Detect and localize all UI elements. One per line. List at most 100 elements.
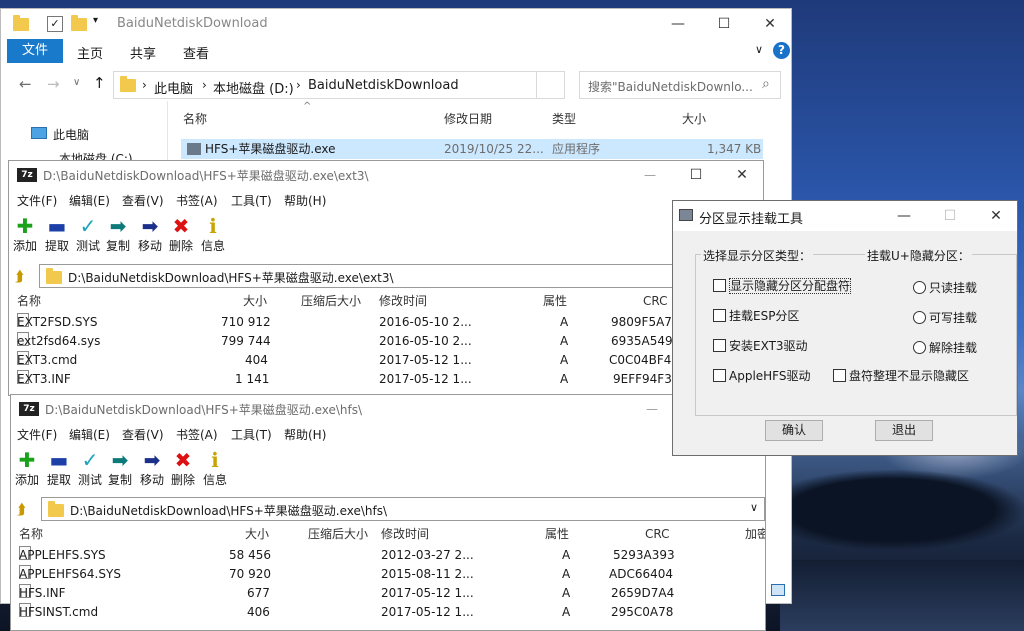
minimize-button[interactable]: —: [627, 161, 673, 189]
checkbox-box[interactable]: [713, 309, 726, 322]
breadcrumb-folder[interactable]: BaiduNetdiskDownload: [308, 78, 459, 93]
col-size[interactable]: 大小: [245, 524, 269, 544]
menu-tools[interactable]: 工具(T): [231, 192, 272, 209]
menu-tools[interactable]: 工具(T): [231, 426, 272, 443]
col-name[interactable]: 名称: [17, 291, 41, 311]
minimize-button[interactable]: —: [655, 9, 701, 39]
info-button[interactable]: ℹ 信息: [197, 215, 229, 254]
table-row[interactable]: HFSINST.cmd 406 2017-05-12 1... A 295C0A78: [11, 603, 765, 622]
radio-writable[interactable]: 可写挂载: [913, 309, 977, 326]
table-row[interactable]: APPLEHFS64.SYS 70 920 2015-08-11 2... A ADC6…: [11, 565, 765, 584]
col-attr[interactable]: 属性: [545, 524, 569, 544]
maximize-button[interactable]: ☐: [701, 9, 747, 39]
tab-home[interactable]: 主页: [77, 43, 103, 62]
menu-file[interactable]: 文件(F): [17, 192, 57, 209]
menu-view[interactable]: 查看(V): [122, 192, 164, 209]
delete-button[interactable]: ✖ 删除: [165, 215, 197, 254]
col-crc[interactable]: CRC: [643, 291, 668, 311]
menu-bookmarks[interactable]: 书签(A): [176, 426, 218, 443]
breadcrumb-pc[interactable]: 此电脑: [154, 78, 193, 97]
checkbox-show-hidden[interactable]: 显示隐藏分区分配盘符: [713, 277, 852, 294]
table-row[interactable]: EXT3.cmd 404 2017-05-12 1... A C0C04BF4: [9, 351, 763, 370]
forward-icon[interactable]: →: [47, 75, 60, 93]
menu-help[interactable]: 帮助(H): [284, 426, 326, 443]
radio-circle[interactable]: [913, 311, 926, 324]
checkbox-mount-esp[interactable]: 挂载ESP分区: [713, 307, 799, 324]
details-view-icon[interactable]: [771, 584, 785, 596]
breadcrumb-drive[interactable]: 本地磁盘 (D:): [213, 78, 294, 97]
checkbox-box[interactable]: [713, 339, 726, 352]
close-button[interactable]: ✕: [973, 201, 1017, 231]
table-row[interactable]: APPLEHFS.SYS 58 456 2012-03-27 2... A 5293A3…: [11, 546, 765, 565]
table-row[interactable]: EXT3.INF 1 141 2017-05-12 1... A 9EFF94F3: [9, 370, 763, 389]
col-name[interactable]: 名称: [183, 109, 207, 129]
menu-help[interactable]: 帮助(H): [284, 192, 326, 209]
exit-button[interactable]: 退出: [875, 420, 933, 441]
nav-item-pc[interactable]: 此电脑: [53, 126, 89, 143]
up-folder-icon[interactable]: ⮭: [15, 267, 24, 285]
copy-button[interactable]: ➡ 复制: [104, 449, 136, 488]
search-input[interactable]: 搜索"BaiduNetdiskDownlo... ⌕: [579, 71, 781, 99]
menu-edit[interactable]: 编辑(E): [69, 426, 110, 443]
close-button[interactable]: ✕: [747, 9, 791, 39]
new-folder-icon[interactable]: [71, 15, 87, 34]
move-button[interactable]: ➡ 移动: [136, 449, 168, 488]
radio-unmount[interactable]: 解除挂载: [913, 339, 977, 356]
col-encrypted[interactable]: 加密: [745, 524, 765, 544]
minimize-button[interactable]: —: [629, 395, 675, 423]
checkbox-box[interactable]: [833, 369, 846, 382]
copy-button[interactable]: ➡ 复制: [102, 215, 134, 254]
menu-edit[interactable]: 编辑(E): [69, 192, 110, 209]
test-button[interactable]: ✓ 测试: [74, 449, 106, 488]
menu-file[interactable]: 文件(F): [17, 426, 57, 443]
col-attr[interactable]: 属性: [543, 291, 567, 311]
col-modified[interactable]: 修改时间: [379, 291, 427, 311]
tab-share[interactable]: 共享: [130, 43, 156, 62]
test-button[interactable]: ✓ 测试: [72, 215, 104, 254]
radio-circle[interactable]: [913, 281, 926, 294]
checkbox-ext3[interactable]: 安装EXT3驱动: [713, 337, 808, 354]
info-button[interactable]: ℹ 信息: [199, 449, 231, 488]
radio-circle[interactable]: [913, 341, 926, 354]
col-name[interactable]: 名称: [19, 524, 43, 544]
menu-view[interactable]: 查看(V): [122, 426, 164, 443]
breadcrumb[interactable]: › 此电脑 › 本地磁盘 (D:) › BaiduNetdiskDownload: [113, 71, 565, 99]
menu-bookmarks[interactable]: 书签(A): [176, 192, 218, 209]
close-button[interactable]: ✕: [719, 161, 763, 189]
chevron-down-icon[interactable]: ∨: [750, 501, 758, 514]
col-crc[interactable]: CRC: [645, 524, 670, 544]
back-icon[interactable]: ←: [19, 75, 32, 93]
col-size[interactable]: 大小: [243, 291, 267, 311]
recent-dropdown-icon[interactable]: ∨: [73, 77, 80, 88]
table-row[interactable]: HFS.INF 677 2017-05-12 1... A 2659D7A4: [11, 584, 765, 603]
maximize-button[interactable]: ☐: [927, 201, 973, 231]
checkbox-box[interactable]: [713, 279, 726, 292]
checkbox-box[interactable]: [713, 369, 726, 382]
col-modified[interactable]: 修改时间: [381, 524, 429, 544]
checkbox-icon[interactable]: ✓: [47, 16, 63, 32]
extract-button[interactable]: ▬ 提取: [43, 449, 75, 488]
table-row[interactable]: ext2fsd64.sys 799 744 2016-05-10 2... A 6935…: [9, 332, 763, 351]
qat-dropdown-icon[interactable]: ▾: [93, 15, 98, 26]
tab-view[interactable]: 查看: [183, 43, 209, 62]
ok-button[interactable]: 确认: [765, 420, 823, 441]
delete-button[interactable]: ✖ 删除: [167, 449, 199, 488]
minimize-button[interactable]: —: [881, 201, 927, 231]
maximize-button[interactable]: ☐: [673, 161, 719, 189]
chevron-down-icon[interactable]: ∨: [755, 43, 763, 56]
path-input[interactable]: D:\BaiduNetdiskDownload\HFS+苹果磁盘驱动.exe\e…: [39, 264, 763, 288]
col-size[interactable]: 大小: [682, 109, 706, 129]
add-button[interactable]: ✚ 添加: [9, 215, 41, 254]
up-folder-icon[interactable]: ⮭: [17, 500, 26, 518]
add-button[interactable]: ✚ 添加: [11, 449, 43, 488]
col-date[interactable]: 修改日期: [444, 109, 492, 129]
extract-button[interactable]: ▬ 提取: [41, 215, 73, 254]
table-row[interactable]: EXT2FSD.SYS 710 912 2016-05-10 2... A 9809F5…: [9, 313, 763, 332]
move-button[interactable]: ➡ 移动: [134, 215, 166, 254]
path-input[interactable]: D:\BaiduNetdiskDownload\HFS+苹果磁盘驱动.exe\h…: [41, 497, 765, 521]
help-icon[interactable]: ?: [773, 42, 790, 59]
col-packed[interactable]: 压缩后大小: [308, 524, 368, 544]
checkbox-applehfs[interactable]: AppleHFS驱动: [713, 367, 811, 384]
up-icon[interactable]: ↑: [93, 74, 106, 92]
col-type[interactable]: 类型: [552, 109, 576, 129]
